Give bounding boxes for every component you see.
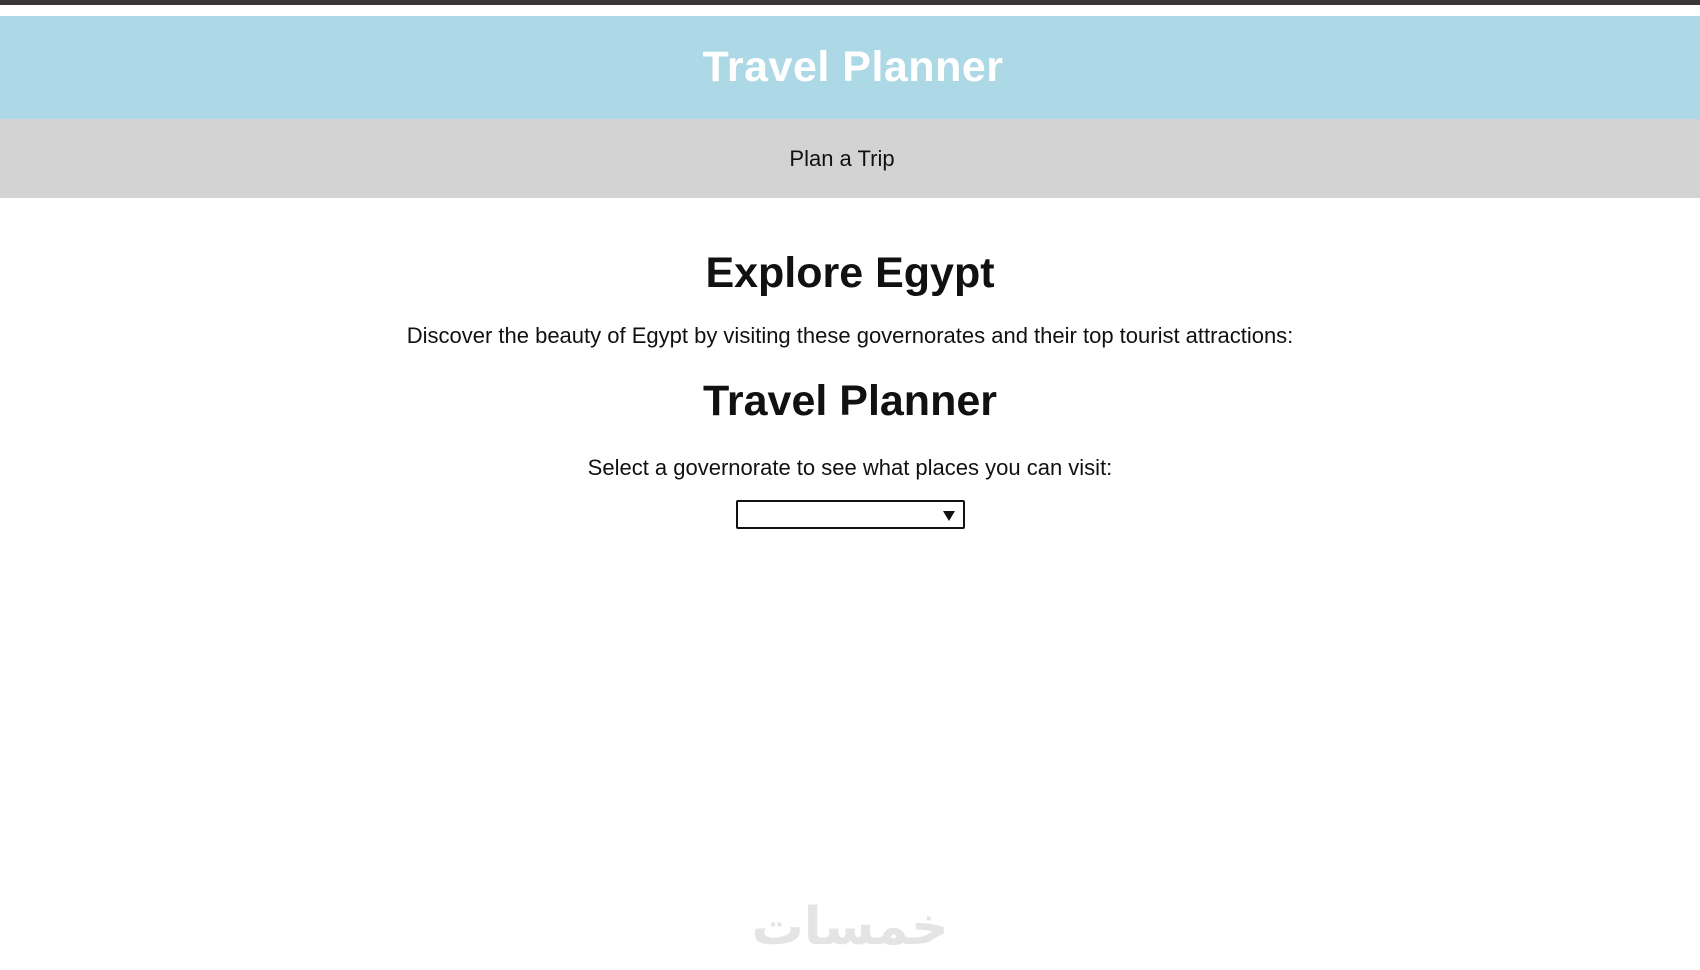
- planner-heading: Travel Planner: [703, 377, 997, 425]
- site-title: Travel Planner: [702, 43, 1004, 91]
- nav-link-plan-a-trip[interactable]: Plan a Trip: [789, 146, 894, 172]
- main-content: Explore Egypt Discover the beauty of Egy…: [0, 198, 1700, 529]
- khamsat-watermark-logo: خمسات: [751, 897, 949, 957]
- site-header: Travel Planner: [0, 16, 1700, 119]
- main-nav: Plan a Trip: [0, 119, 1700, 198]
- governorate-select[interactable]: [735, 500, 965, 529]
- explore-description: Discover the beauty of Egypt by visiting…: [406, 323, 1294, 348]
- top-spacer: [0, 5, 1700, 16]
- chevron-down-icon: [942, 511, 955, 521]
- planner-description: Select a governorate to see what places …: [587, 455, 1113, 480]
- explore-heading: Explore Egypt: [705, 249, 995, 297]
